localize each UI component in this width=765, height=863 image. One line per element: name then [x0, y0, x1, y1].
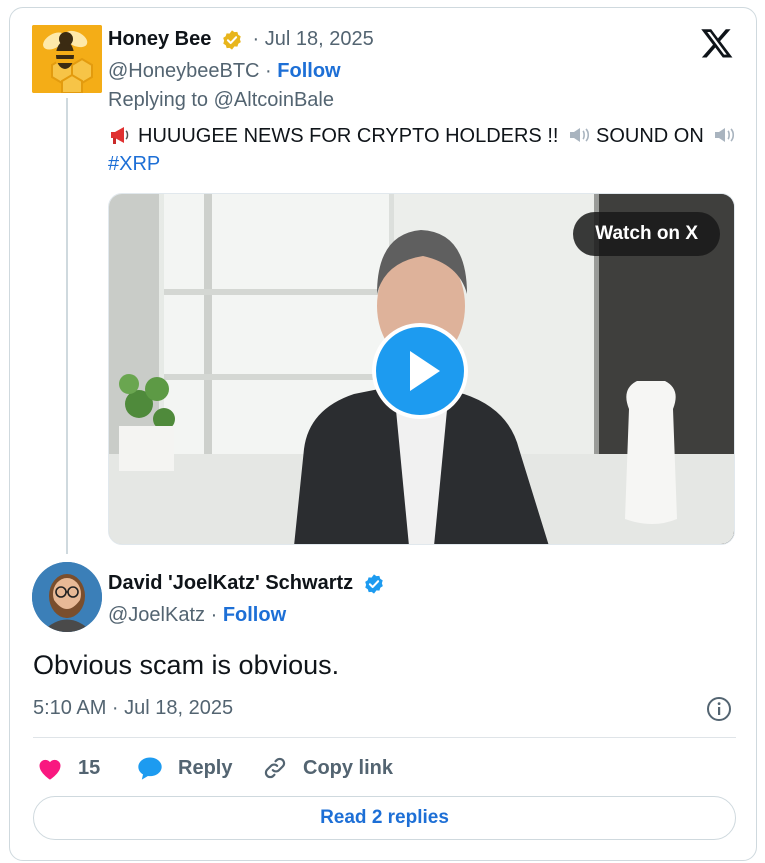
x-logo-icon[interactable] — [700, 26, 734, 60]
reply-button[interactable]: Reply — [136, 753, 232, 783]
tweet-headline: HUUUGEE NEWS FOR CRYPTO HOLDERS !! — [138, 125, 559, 147]
reply-handle[interactable]: @JoelKatz — [108, 604, 205, 626]
follow-joelkatz-link[interactable]: Follow — [223, 604, 286, 626]
copy-link-button[interactable]: Copy link — [261, 753, 393, 783]
like-button[interactable]: 15 — [36, 753, 100, 783]
play-icon — [410, 351, 440, 391]
honeybee-avatar[interactable] — [32, 25, 102, 93]
separator-dot: · — [210, 604, 218, 626]
video-thumbnail[interactable]: Watch on X — [108, 193, 735, 545]
reply-author-name-row: David 'JoelKatz' Schwartz — [108, 572, 385, 595]
speech-bubble-icon — [138, 757, 162, 780]
reply-author-name[interactable]: David 'JoelKatz' Schwartz — [108, 572, 353, 594]
original-handle-row: @HoneybeeBTC · Follow — [108, 60, 341, 83]
play-button[interactable] — [372, 323, 468, 419]
gold-verified-badge-icon — [223, 30, 241, 50]
cartoon-portrait-icon — [32, 562, 102, 632]
replying-to-label: Replying to @AltcoinBale — [108, 89, 334, 111]
original-author-name[interactable]: Honey Bee — [108, 28, 211, 50]
original-handle[interactable]: @HoneybeeBTC — [108, 60, 259, 82]
separator-dot: · — [265, 60, 272, 82]
like-count: 15 — [78, 756, 101, 779]
reply-handle-row: @JoelKatz · Follow — [108, 604, 286, 627]
actions-divider — [33, 737, 736, 738]
hashtag-xrp-link[interactable]: #XRP — [108, 153, 160, 175]
read-replies-button[interactable]: Read 2 replies — [33, 796, 736, 840]
separator-dot: · — [252, 28, 260, 50]
watch-on-x-button[interactable]: Watch on X — [573, 212, 720, 256]
original-tweet-text: HUUUGEE NEWS FOR CRYPTO HOLDERS !! SOUND… — [108, 122, 737, 178]
follow-honeybee-link[interactable]: Follow — [277, 60, 340, 82]
speaker-icon — [715, 128, 735, 142]
joelkatz-avatar[interactable] — [32, 562, 102, 632]
bee-logo-icon — [32, 25, 102, 93]
speaker-icon — [570, 128, 590, 142]
reply-label: Reply — [178, 756, 233, 779]
original-date[interactable]: Jul 18, 2025 — [265, 28, 374, 50]
reply-timestamp[interactable]: 5:10 AM · Jul 18, 2025 — [33, 697, 233, 720]
thread-connector-line — [66, 98, 68, 554]
blue-verified-badge-icon — [364, 574, 383, 594]
sound-on-text: SOUND ON — [596, 125, 704, 147]
info-icon[interactable] — [706, 696, 732, 722]
megaphone-icon — [111, 127, 129, 144]
copy-link-label: Copy link — [303, 756, 394, 779]
original-author-name-row: Honey Bee · Jul 18, 2025 — [108, 28, 374, 51]
reply-tweet-text: Obvious scam is obvious. — [33, 650, 340, 680]
link-icon — [264, 757, 286, 779]
heart-icon — [39, 759, 61, 780]
